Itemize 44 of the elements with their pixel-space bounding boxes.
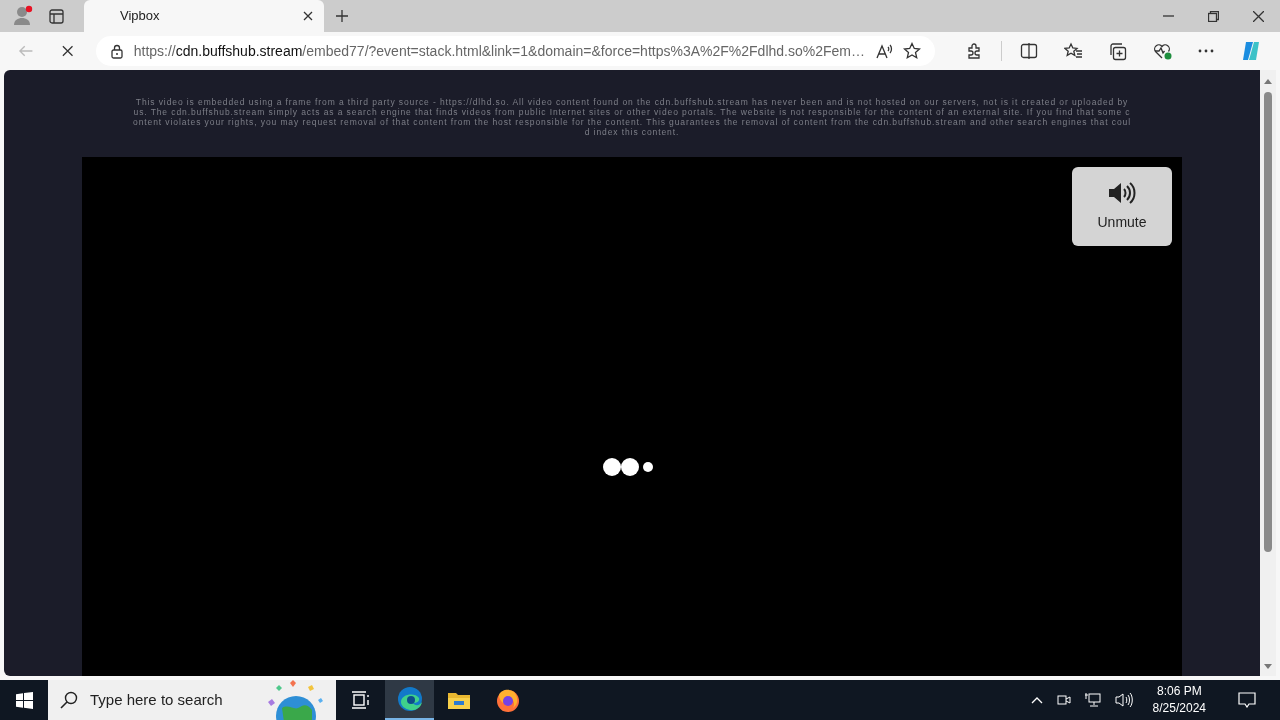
restore-icon[interactable] bbox=[1208, 10, 1219, 22]
split-screen-icon[interactable] bbox=[1020, 42, 1038, 60]
lock-icon bbox=[109, 43, 124, 59]
edge-browser-icon bbox=[396, 686, 423, 712]
taskbar-search-field[interactable]: Type here to search bbox=[48, 680, 336, 720]
notification-icon[interactable] bbox=[1238, 692, 1256, 708]
volume-icon[interactable] bbox=[1114, 692, 1133, 708]
camera-icon[interactable] bbox=[1056, 692, 1071, 708]
favorites-icon[interactable] bbox=[1064, 42, 1083, 60]
speaker-icon bbox=[1107, 180, 1137, 205]
clock-time[interactable]: 8:06 PM bbox=[1156, 683, 1202, 700]
collections-icon[interactable] bbox=[1109, 41, 1127, 61]
stop-icon[interactable] bbox=[60, 43, 76, 59]
taskbar-app-button[interactable] bbox=[385, 680, 434, 720]
tab-actions-icon[interactable] bbox=[48, 7, 65, 25]
more-icon[interactable] bbox=[1198, 47, 1214, 55]
disclaimer-text: This video is embedded using a frame from a third party source - https://dlhd.so. All video content found on the cdn.buffshub.stream has never been and is not hosted on our servers, not is it created or uploaded by us. The cdn.buffshub.stream simply acts as a search engine that finds videos from public Internet sites or other video portals. The website is not responsible for the content of an external site. If you find that some content violates your rights, you may request removal of that content from the host responsible for the content. This guarantees the removal of content from the cdn.buffshub.stream and other search engines that could index this content. bbox=[132, 97, 1132, 137]
url-text: https://cdn.buffshub.stream/embed77/?event=stack.html&link=1&domain=&force=https%3A%2F%2Fdlhd.so%2Fem… bbox=[133, 41, 865, 61]
browser-tab[interactable]: Vipbox bbox=[84, 0, 324, 32]
profile-icon[interactable] bbox=[12, 5, 34, 27]
task-view-icon bbox=[350, 691, 371, 709]
unmute-button[interactable]: Unmute bbox=[1072, 167, 1172, 246]
close-icon[interactable] bbox=[1253, 10, 1264, 22]
firefox-icon bbox=[494, 687, 521, 713]
search-icon bbox=[60, 691, 78, 709]
read-aloud-icon[interactable] bbox=[875, 42, 893, 60]
tab-title: Vipbox bbox=[120, 7, 161, 26]
search-placeholder: Type here to search bbox=[90, 689, 224, 710]
puzzle-icon[interactable] bbox=[965, 42, 983, 60]
star-icon[interactable] bbox=[903, 42, 921, 60]
scrollbar-thumb[interactable] bbox=[1264, 92, 1272, 552]
windows-start-icon[interactable] bbox=[15, 691, 33, 709]
clock-date[interactable]: 8/25/2024 bbox=[1152, 700, 1206, 717]
video-player[interactable]: Unmute bbox=[82, 157, 1182, 676]
new-tab-icon[interactable] bbox=[335, 9, 349, 23]
network-icon[interactable] bbox=[1084, 692, 1101, 708]
scroll-down-icon[interactable] bbox=[1264, 664, 1272, 670]
folder-icon bbox=[446, 690, 471, 710]
loading-spinner-icon bbox=[602, 457, 656, 477]
address-bar[interactable]: https://cdn.buffshub.stream/embed77/?event=stack.html&link=1&domain=&force=https%3A%2F%2Fdlhd.so%2Fem… bbox=[95, 36, 935, 66]
chevron-up-icon[interactable] bbox=[1030, 696, 1043, 704]
close-icon[interactable] bbox=[302, 10, 314, 22]
scroll-up-icon[interactable] bbox=[1264, 78, 1272, 84]
health-icon[interactable] bbox=[1153, 42, 1172, 60]
